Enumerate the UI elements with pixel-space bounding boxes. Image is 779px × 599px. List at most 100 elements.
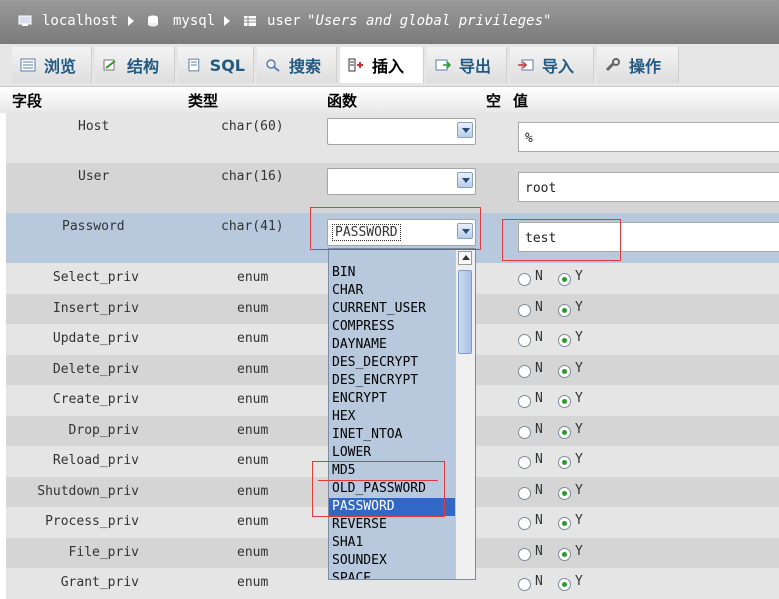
chevron-right-icon	[224, 16, 230, 26]
table-icon	[244, 16, 256, 26]
table-comment: "Users and global privileges"	[307, 13, 551, 29]
dropdown-option[interactable]: SHA1	[332, 534, 363, 552]
database-icon	[148, 15, 158, 27]
radio-y[interactable]	[558, 365, 571, 378]
table-row-user: User char(16) root	[6, 163, 779, 213]
tab-import[interactable]: 导入	[510, 47, 594, 83]
dropdown-option[interactable]: CHAR	[332, 282, 363, 300]
field-name: Select_priv	[52, 270, 139, 285]
value-input[interactable]: %	[518, 122, 779, 152]
table-comment-label: "Users and global privileges"	[307, 13, 552, 29]
dropdown-option[interactable]: LOWER	[332, 444, 371, 462]
radio-y[interactable]	[558, 487, 571, 500]
breadcrumb-database[interactable]: mysql	[147, 13, 215, 29]
radio-y[interactable]	[558, 273, 571, 286]
import-icon	[518, 59, 534, 71]
dropdown-option[interactable]: SOUNDEX	[332, 552, 387, 570]
radio-n[interactable]	[518, 395, 531, 408]
radio-y-label: Y	[575, 361, 583, 376]
radio-y[interactable]	[558, 517, 571, 530]
dropdown-option[interactable]: REVERSE	[332, 516, 387, 534]
annotation-box-function	[310, 207, 481, 250]
server-icon	[18, 15, 32, 26]
radio-n[interactable]	[518, 426, 531, 439]
dropdown-option[interactable]: INET_NTOA	[332, 426, 402, 444]
field-name: Reload_priv	[52, 453, 139, 468]
field-type: enum	[237, 392, 269, 407]
field-name: Grant_priv	[60, 575, 139, 590]
scroll-thumb[interactable]	[458, 270, 472, 354]
radio-n[interactable]	[518, 334, 531, 347]
radio-y[interactable]	[558, 334, 571, 347]
radio-n-label: N	[535, 391, 543, 406]
scroll-up-icon[interactable]	[458, 251, 472, 265]
field-type: enum	[237, 453, 269, 468]
column-header-field: 字段	[12, 92, 43, 110]
radio-y-label: Y	[575, 544, 583, 559]
dropdown-option[interactable]: DAYNAME	[332, 336, 387, 354]
chevron-down-icon[interactable]	[457, 172, 473, 188]
tab-export[interactable]: 导出	[427, 47, 507, 83]
radio-n[interactable]	[518, 517, 531, 530]
field-name: Password	[62, 219, 125, 234]
radio-n[interactable]	[518, 304, 531, 317]
breadcrumb-table[interactable]: user	[243, 13, 301, 29]
function-select[interactable]	[327, 168, 476, 195]
radio-n[interactable]	[518, 487, 531, 500]
radio-y-label: Y	[575, 300, 583, 315]
tab-export-label: 导出	[459, 57, 492, 76]
function-dropdown-list[interactable]: BIN CHAR CURRENT_USER COMPRESS DAYNAME DES_DE…	[328, 248, 476, 580]
radio-n[interactable]	[518, 273, 531, 286]
radio-n[interactable]	[518, 456, 531, 469]
tab-search-label: 搜索	[289, 57, 322, 76]
field-type: enum	[237, 270, 269, 285]
chevron-right-icon	[128, 16, 134, 26]
dropdown-option[interactable]: DES_ENCRYPT	[332, 372, 418, 390]
radio-n-label: N	[535, 269, 543, 284]
structure-icon	[103, 59, 116, 71]
field-name: Insert_priv	[52, 301, 139, 316]
insert-icon	[348, 58, 363, 72]
radio-y[interactable]	[558, 426, 571, 439]
dropdown-option[interactable]: HEX	[332, 408, 355, 426]
dropdown-option[interactable]: CURRENT_USER	[332, 300, 426, 318]
tab-structure[interactable]: 结构	[95, 47, 175, 83]
radio-n-label: N	[535, 452, 543, 467]
dropdown-scrollbar[interactable]	[455, 249, 475, 579]
dropdown-option[interactable]: COMPRESS	[332, 318, 395, 336]
field-name: File_priv	[68, 545, 139, 560]
radio-y[interactable]	[558, 395, 571, 408]
radio-y[interactable]	[558, 456, 571, 469]
radio-y-label: Y	[575, 452, 583, 467]
field-type: enum	[237, 423, 269, 438]
radio-n[interactable]	[518, 365, 531, 378]
dropdown-option[interactable]: DES_DECRYPT	[332, 354, 418, 372]
field-name: Create_priv	[52, 392, 139, 407]
radio-n-label: N	[535, 422, 543, 437]
tab-browse[interactable]: 浏览	[12, 47, 92, 83]
chevron-down-icon[interactable]	[457, 122, 473, 138]
radio-n-label: N	[535, 544, 543, 559]
tab-sql[interactable]: SQL	[178, 47, 254, 83]
tab-search[interactable]: 搜索	[257, 47, 337, 83]
radio-y[interactable]	[558, 304, 571, 317]
export-icon	[435, 59, 451, 71]
field-name: Update_priv	[52, 331, 139, 346]
function-select[interactable]	[327, 118, 476, 145]
radio-y-label: Y	[575, 330, 583, 345]
dropdown-option[interactable]: SPACE	[332, 570, 371, 579]
field-name: Shutdown_priv	[37, 484, 139, 499]
tab-operations[interactable]: 操作	[597, 47, 679, 83]
tab-insert[interactable]: 插入	[340, 47, 424, 83]
breadcrumb-server[interactable]: localhost	[18, 13, 118, 29]
dropdown-option[interactable]: BIN	[332, 264, 355, 282]
field-type: enum	[237, 484, 269, 499]
value-input[interactable]: root	[518, 172, 779, 202]
radio-n[interactable]	[518, 548, 531, 561]
column-header-null: 空	[486, 92, 502, 110]
dropdown-option[interactable]: ENCRYPT	[332, 390, 387, 408]
tab-structure-label: 结构	[127, 57, 160, 76]
column-header-function: 函数	[327, 92, 358, 110]
radio-y[interactable]	[558, 548, 571, 561]
field-type: enum	[237, 575, 269, 590]
